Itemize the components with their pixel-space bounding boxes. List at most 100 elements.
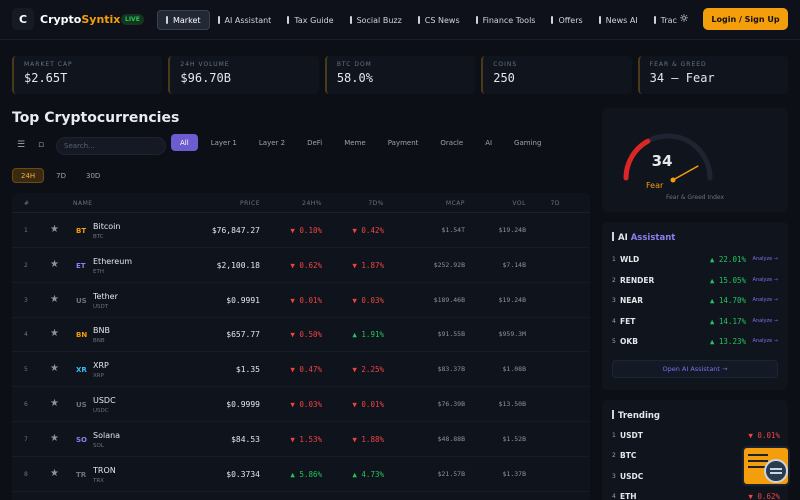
brand-name[interactable]: CryptoSyntix [40,13,120,26]
coin-price: $0.9991 [226,295,260,305]
star-icon[interactable]: ★ [50,259,59,270]
period-selector: 24H 7D 30D [12,168,108,183]
coin-name[interactable]: BNB [93,326,110,335]
change-7d: ▼ 0.42% [352,226,384,235]
col-7d[interactable]: 7D% [368,200,384,207]
star-icon[interactable]: ★ [50,433,59,444]
nav-item-ai-assistant[interactable]: AI Assistant [210,10,280,30]
table-row[interactable]: 1 ★ BT Bitcoin BTC $76,847.27 ▼ 0.10% ▼ 0.42% $1… [12,214,590,248]
trending-title: Trending [612,410,660,421]
col-vol[interactable]: VOL [512,200,526,207]
period-tab-24h[interactable]: 24H [12,168,45,183]
col-price[interactable]: PRICE [240,200,260,207]
ai-change: ▲ 15.05% [709,275,746,285]
coin-name[interactable]: XRP [93,361,109,370]
nav-item-tax-guide[interactable]: Tax Guide [279,10,341,30]
category-tab-gaming[interactable]: Gaming [505,134,550,151]
coin-price: $657.77 [226,330,260,340]
period-tab-7d[interactable]: 7D [48,168,74,183]
category-tab-defi[interactable]: DeFi [298,134,331,151]
nav-item-social-buzz[interactable]: Social Buzz [342,10,410,30]
category-tab-meme[interactable]: Meme [335,134,374,151]
nav-label: News AI [605,15,638,25]
market-cap: $1.54T [441,226,465,234]
ai-signal-row[interactable]: 3 NEAR ▲ 14.70% Analyze → [612,293,780,309]
table-row[interactable]: 6 ★ US USDC USDC $0.9999 ▼ 0.03% ▼ 0.01% $76.39B… [12,388,590,422]
stat-label: COINS [493,61,518,68]
category-tab-ai[interactable]: AI [476,134,501,151]
logo-icon[interactable]: C [12,8,34,30]
ai-signal-row[interactable]: 1 WLD ▲ 22.01% Analyze → [612,252,780,268]
nav-label: Trac [660,15,677,25]
coin-icon: US [76,401,87,409]
category-tab-payment[interactable]: Payment [379,134,428,151]
ai-signal-row[interactable]: 2 RENDER ▲ 15.05% Analyze → [612,273,780,289]
trending-row[interactable]: 4 ETH ▼ 0.62% [612,489,780,500]
coin-name[interactable]: Bitcoin [93,222,120,231]
nav-item-cs-news[interactable]: CS News [410,10,468,30]
nav-item-news-ai[interactable]: News AI [591,10,646,30]
change-24h: ▼ 0.01% [290,295,322,305]
ai-rank: 4 [612,317,616,325]
trending-rank: 3 [612,472,616,480]
category-tab-all[interactable]: All [171,134,198,151]
table-row[interactable]: 2 ★ ET Ethereum ETH $2,100.18 ▼ 0.62% ▼ 1.87% $2… [12,249,590,283]
coin-name[interactable]: Solana [93,431,120,440]
table-row[interactable]: 8 ★ TR TRON TRX $0.3734 ▲ 5.86% ▲ 4.73% $21.57B $… [12,458,590,492]
col-24h[interactable]: 24H% [302,200,322,207]
trending-symbol: USDT [620,431,643,440]
sun-icon[interactable]: ☼ [678,13,690,25]
category-tab-oracle[interactable]: Oracle [431,134,472,151]
category-filters: All Layer 1 Layer 2 DeFi Meme Payment Oracle AI… [171,134,550,151]
category-tab-layer-1[interactable]: Layer 1 [202,134,246,151]
table-row[interactable]: 4 ★ BN BNB BNB $657.77 ▼ 0.50% ▲ 1.91% $91.55B $9… [12,318,590,353]
ai-change: ▲ 22.01% [709,255,746,264]
nav-label: Finance Tools [482,15,536,25]
analyze-link[interactable]: Analyze → [753,256,778,262]
coin-name[interactable]: USDC [93,396,116,405]
trending-title-text: Trending [618,411,661,421]
table-row[interactable]: 7 ★ SO Solana SOL $84.53 ▼ 1.53% ▼ 1.88% $48.88B… [12,423,590,457]
stat-card: MARKET CAP $2.65T [12,56,163,94]
table-row[interactable]: 3 ★ US Tether USDT $0.9991 ▼ 0.01% ▼ 0.03% $189.… [12,284,590,318]
open-ai-assistant-button[interactable]: Open AI Assistant → [612,360,778,378]
stat-label: FEAR & GREED [649,61,707,68]
coin-icon: ET [76,261,86,270]
nav-item-finance-tools[interactable]: Finance Tools [468,10,544,30]
category-tab-layer-2[interactable]: Layer 2 [250,134,294,151]
ai-signal-row[interactable]: 4 FET ▲ 14.17% Analyze → [612,314,780,330]
chat-assistant-button[interactable] [742,446,790,486]
period-tab-30d[interactable]: 30D [78,168,108,183]
coin-price: $2,100.18 [216,260,260,270]
col-name[interactable]: NAME [73,200,93,207]
star-icon[interactable]: ★ [50,224,59,235]
star-icon[interactable]: ★ [50,398,59,409]
table-row[interactable]: 5 ★ XR XRP XRP $1.35 ▼ 0.47% ▼ 2.25% $83.37B $1.0… [12,353,590,388]
ai-signal-row[interactable]: 5 OKB ▲ 13.23% Analyze → [612,334,780,350]
change-7d: ▲ 1.91% [352,330,384,340]
volume: $1.52B [502,434,526,443]
coin-name[interactable]: Tether [93,292,118,301]
analyze-link[interactable]: Analyze → [753,297,778,303]
col-rank[interactable]: # [24,200,30,207]
trending-row[interactable]: 1 USDT ▼ 0.01% [612,428,780,444]
grid-view-icon[interactable]: ▫ [34,140,48,152]
login-button[interactable]: Login / Sign Up [703,8,788,30]
analyze-link[interactable]: Analyze → [753,277,778,283]
nav-bar-icon [417,16,420,24]
star-icon[interactable]: ★ [50,468,59,479]
trending-symbol: ETH [620,491,637,500]
search-input[interactable] [56,137,166,155]
change-7d: ▼ 0.01% [352,400,384,409]
analyze-link[interactable]: Analyze → [753,338,778,344]
nav-item-market[interactable]: Market [157,10,210,30]
coin-name[interactable]: Ethereum [93,257,132,266]
star-icon[interactable]: ★ [50,328,59,339]
list-view-icon[interactable]: ☰ [14,140,28,152]
coin-name[interactable]: TRON [93,466,116,475]
analyze-link[interactable]: Analyze → [753,318,778,324]
nav-item-offers[interactable]: Offers [543,10,590,30]
star-icon[interactable]: ★ [50,294,59,305]
star-icon[interactable]: ★ [50,363,59,374]
col-mcap[interactable]: MCAP [446,200,465,207]
